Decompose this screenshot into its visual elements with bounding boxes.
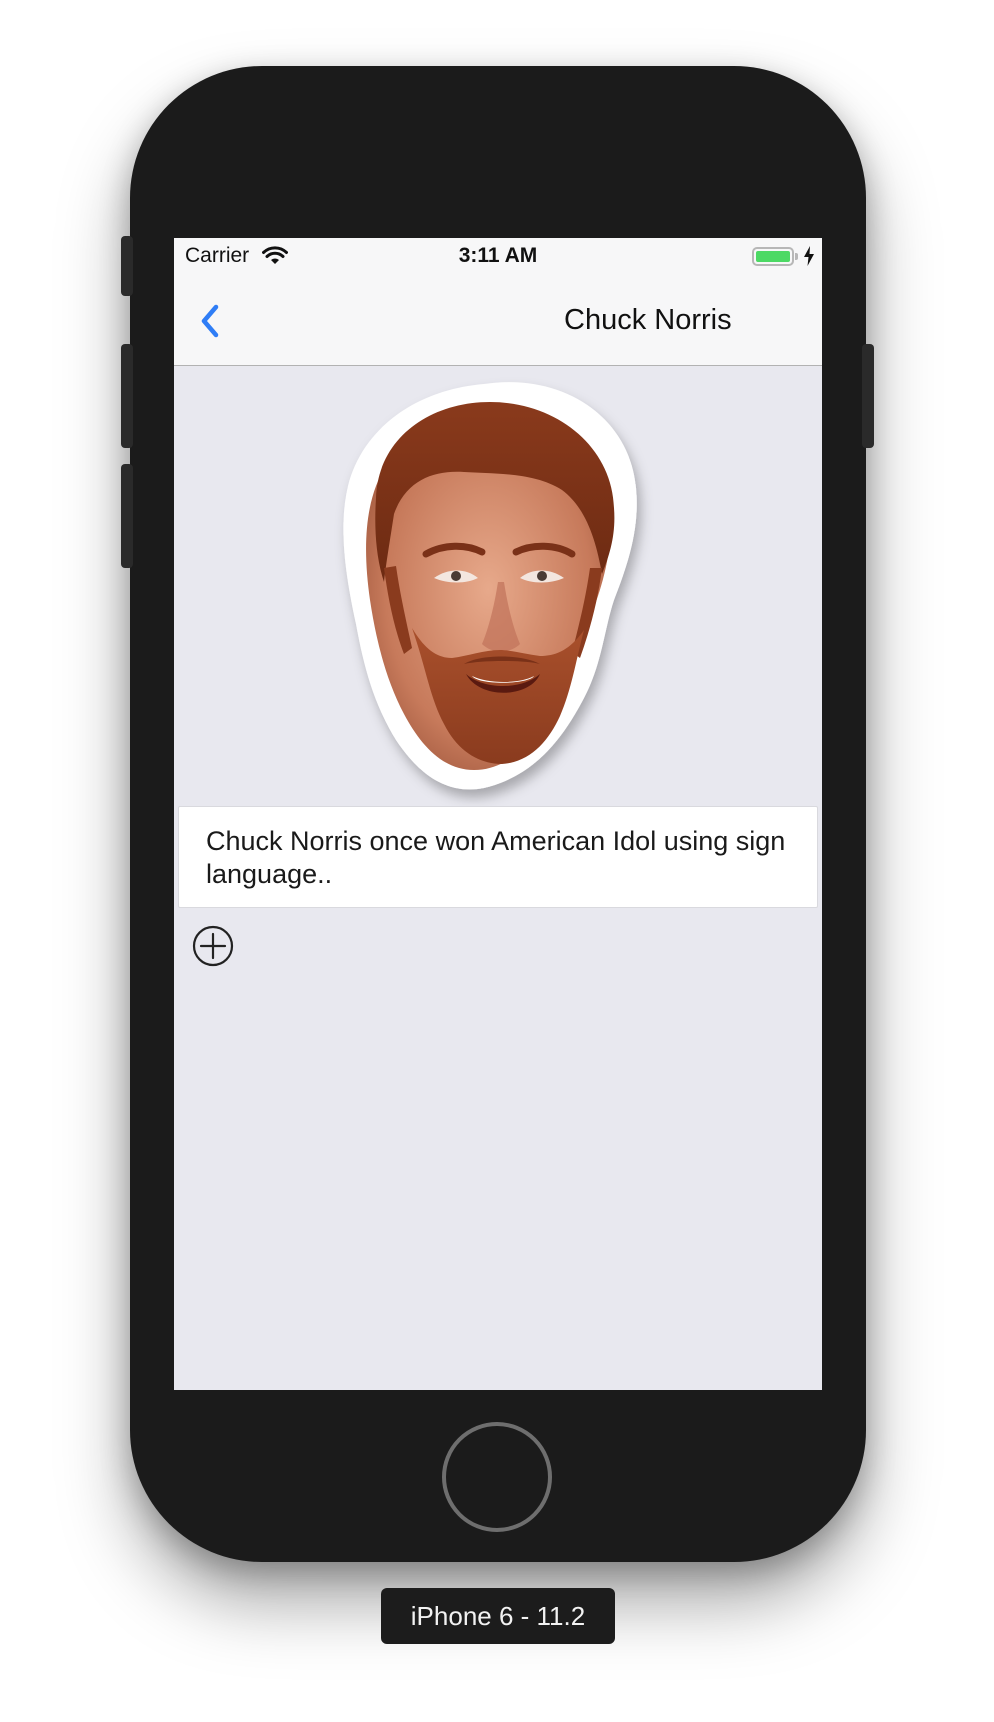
joke-card: Chuck Norris once won American Idol usin… — [178, 806, 818, 908]
add-button[interactable] — [191, 924, 235, 968]
home-button[interactable] — [442, 1422, 552, 1532]
navigation-bar: Chuck Norris — [174, 278, 822, 366]
volume-up-button — [121, 344, 133, 448]
status-time: 3:11 AM — [458, 244, 538, 267]
joke-text: Chuck Norris once won American Idol usin… — [206, 826, 786, 889]
battery-fill — [756, 251, 790, 262]
power-button — [862, 344, 874, 448]
phone-screen: Carrier 3:11 AM Chuck Norris Chuck Norri… — [174, 238, 822, 1390]
device-label: iPhone 6 - 11.2 — [381, 1588, 615, 1644]
chevron-left-icon — [201, 304, 219, 338]
volume-down-button — [121, 464, 133, 568]
nav-title: Chuck Norris — [564, 304, 732, 336]
battery-cap — [795, 253, 798, 260]
status-bar: Carrier 3:11 AM — [174, 238, 822, 278]
mute-switch — [121, 236, 133, 296]
battery-icon — [752, 247, 794, 266]
back-button[interactable] — [194, 302, 230, 342]
charging-bolt-icon — [804, 246, 814, 271]
plus-circle-icon — [192, 925, 234, 967]
chuck-norris-portrait — [343, 382, 637, 790]
